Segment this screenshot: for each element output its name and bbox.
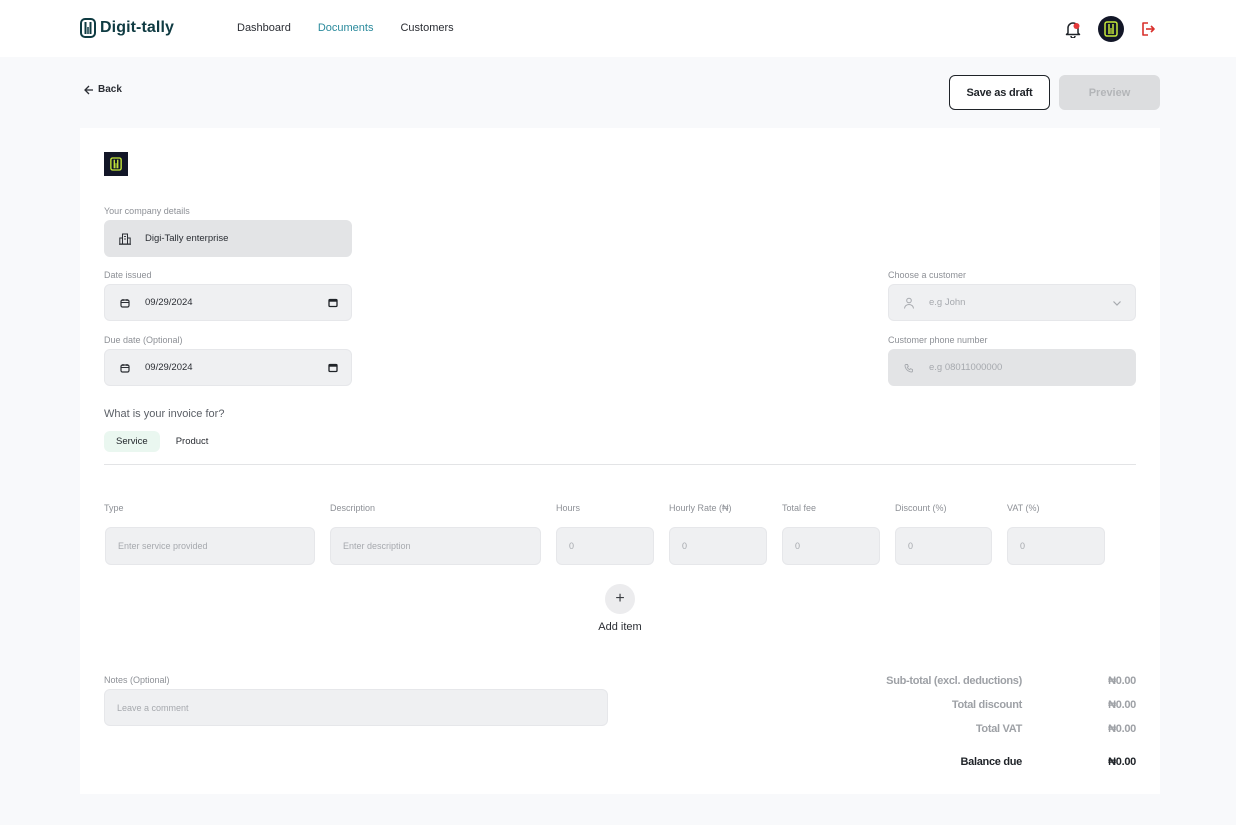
invoice-form-card: Your company details Digi-Tally enterpri… bbox=[80, 128, 1160, 794]
date-picker-icon[interactable] bbox=[327, 362, 339, 374]
phone-placeholder: e.g 08011000000 bbox=[929, 362, 1003, 373]
date-issued-label: Date issued bbox=[104, 270, 152, 280]
notes-label: Notes (Optional) bbox=[104, 675, 170, 685]
balance-due-row: Balance due ₦0.00 bbox=[860, 756, 1136, 768]
invoice-type-question: What is your invoice for? bbox=[104, 408, 225, 420]
type-input[interactable]: Enter service provided bbox=[105, 527, 315, 565]
hourly-rate-input[interactable]: 0 bbox=[669, 527, 767, 565]
calendar-icon bbox=[119, 297, 131, 309]
col-description-label: Description bbox=[330, 503, 376, 513]
col-hours-label: Hours bbox=[556, 503, 581, 513]
company-details-label: Your company details bbox=[104, 206, 190, 216]
avatar[interactable] bbox=[1098, 16, 1124, 42]
nav-customers[interactable]: Customers bbox=[400, 22, 453, 34]
company-details-field[interactable]: Digi-Tally enterprise bbox=[104, 220, 352, 257]
due-date-input[interactable]: 09/29/2024 bbox=[104, 349, 352, 386]
discount-input[interactable]: 0 bbox=[895, 527, 992, 565]
customer-phone-input[interactable]: e.g 08011000000 bbox=[888, 349, 1136, 386]
brand-name: Digit-tally bbox=[100, 19, 174, 36]
plus-icon: + bbox=[615, 590, 625, 607]
total-fee-input[interactable]: 0 bbox=[782, 527, 880, 565]
calendar-icon bbox=[119, 362, 131, 374]
description-input[interactable]: Enter description bbox=[330, 527, 541, 565]
col-total-fee-label: Total fee bbox=[782, 503, 817, 513]
col-vat-label: VAT (%) bbox=[1007, 503, 1040, 513]
save-as-draft-button[interactable]: Save as draft bbox=[949, 75, 1050, 110]
invoice-type-toggle: Service Product bbox=[104, 431, 220, 452]
balance-due-label: Balance due bbox=[960, 756, 1022, 768]
add-item-button[interactable]: + bbox=[605, 584, 635, 614]
customer-placeholder: e.g John bbox=[929, 297, 966, 308]
total-vat-value: ₦0.00 bbox=[1108, 723, 1136, 735]
back-label: Back bbox=[98, 84, 122, 95]
date-issued-input[interactable]: 09/29/2024 bbox=[104, 284, 352, 321]
chevron-down-icon bbox=[1111, 297, 1123, 309]
total-vat-label: Total VAT bbox=[975, 723, 1022, 735]
customer-select[interactable]: e.g John bbox=[888, 284, 1136, 321]
logout-icon[interactable] bbox=[1140, 21, 1156, 37]
balance-due-value: ₦0.00 bbox=[1108, 756, 1136, 768]
col-type-label: Type bbox=[104, 503, 124, 513]
due-date-value: 09/29/2024 bbox=[145, 362, 193, 373]
total-vat-row: Total VAT ₦0.00 bbox=[860, 723, 1136, 735]
total-discount-label: Total discount bbox=[951, 699, 1022, 711]
vat-input[interactable]: 0 bbox=[1007, 527, 1105, 565]
arrow-left-icon bbox=[84, 85, 93, 94]
notes-input[interactable]: Leave a comment bbox=[104, 689, 608, 726]
customer-phone-label: Customer phone number bbox=[888, 335, 988, 345]
nav-dashboard[interactable]: Dashboard bbox=[237, 22, 291, 34]
top-right-actions bbox=[1064, 16, 1156, 42]
choose-customer-label: Choose a customer bbox=[888, 270, 967, 280]
phone-icon bbox=[903, 362, 915, 374]
company-name-value: Digi-Tally enterprise bbox=[145, 233, 229, 244]
subtotal-row: Sub-total (excl. deductions) ₦0.00 bbox=[860, 675, 1136, 687]
building-icon bbox=[119, 233, 131, 245]
subtotal-value: ₦0.00 bbox=[1108, 675, 1136, 687]
brand-mark-icon bbox=[80, 18, 96, 38]
due-date-label: Due date (Optional) bbox=[104, 335, 183, 345]
company-logo[interactable] bbox=[104, 152, 128, 176]
company-avatar-icon bbox=[1104, 21, 1118, 37]
top-navigation-bar: Digit-tally Dashboard Documents Customer… bbox=[0, 0, 1236, 57]
subtotal-label: Sub-total (excl. deductions) bbox=[886, 675, 1022, 687]
user-icon bbox=[903, 297, 915, 309]
date-picker-icon[interactable] bbox=[327, 297, 339, 309]
main-nav: Dashboard Documents Customers bbox=[237, 22, 454, 34]
date-issued-value: 09/29/2024 bbox=[145, 297, 193, 308]
bell-icon[interactable] bbox=[1064, 20, 1082, 38]
col-hourly-rate-label: Hourly Rate (₦) bbox=[669, 503, 732, 513]
nav-documents[interactable]: Documents bbox=[318, 22, 374, 34]
preview-button[interactable]: Preview bbox=[1059, 75, 1160, 110]
company-logo-icon bbox=[110, 157, 122, 171]
section-divider bbox=[104, 464, 1136, 465]
add-item-label[interactable]: Add item bbox=[590, 621, 650, 633]
total-discount-value: ₦0.00 bbox=[1108, 699, 1136, 711]
total-discount-row: Total discount ₦0.00 bbox=[860, 699, 1136, 711]
hours-input[interactable]: 0 bbox=[556, 527, 654, 565]
type-service-tab[interactable]: Service bbox=[104, 431, 160, 452]
col-discount-label: Discount (%) bbox=[895, 503, 947, 513]
brand-logo[interactable]: Digit-tally bbox=[80, 18, 174, 38]
type-product-tab[interactable]: Product bbox=[164, 431, 221, 452]
back-button[interactable]: Back bbox=[84, 84, 122, 95]
